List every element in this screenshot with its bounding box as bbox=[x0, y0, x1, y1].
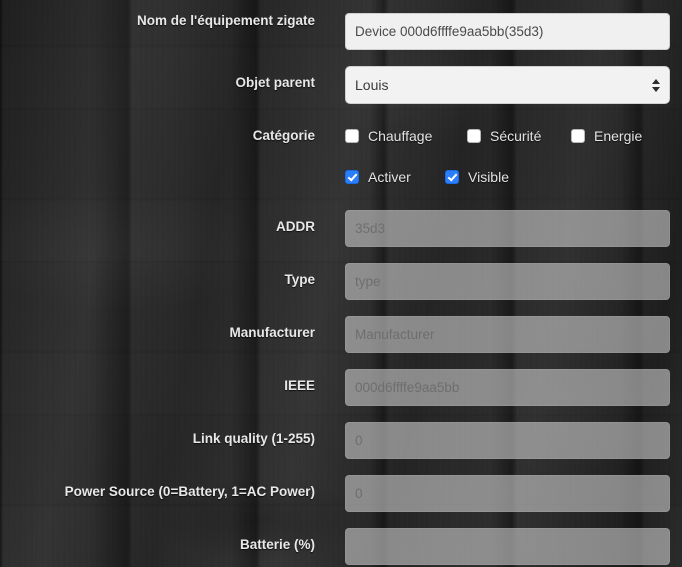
label-manufacturer: Manufacturer bbox=[229, 325, 315, 340]
type-input[interactable] bbox=[345, 263, 670, 300]
parent-object-selected-value: Louis bbox=[345, 66, 670, 104]
toggles-checkbox-row: Activer Visible bbox=[345, 169, 670, 185]
addr-input[interactable] bbox=[345, 210, 670, 247]
field-col-parent-object: Louis bbox=[345, 66, 670, 104]
checkbox-energie[interactable] bbox=[571, 129, 585, 143]
field-col-type bbox=[345, 263, 670, 300]
chevron-up-icon bbox=[651, 78, 660, 84]
field-col-power-source bbox=[345, 475, 670, 512]
field-col-device-name bbox=[345, 13, 670, 50]
label-ieee: IEEE bbox=[284, 378, 315, 393]
checkbox-label-activer: Activer bbox=[368, 169, 411, 185]
device-name-input[interactable] bbox=[345, 13, 670, 50]
parent-object-select[interactable]: Louis bbox=[345, 66, 670, 104]
label-batterie: Batterie (%) bbox=[239, 537, 315, 552]
form-row-device-name: Nom de l'équipement zigate bbox=[0, 13, 682, 50]
label-type: Type bbox=[284, 272, 315, 287]
checkbox-item-securite[interactable]: Sécurité bbox=[467, 128, 571, 144]
category-checkbox-row: Chauffage Sécurité Energie bbox=[345, 128, 670, 144]
label-device-name: Nom de l'équipement zigate bbox=[137, 13, 315, 28]
checkbox-label-securite: Sécurité bbox=[490, 128, 542, 144]
checkbox-activer[interactable] bbox=[345, 170, 359, 184]
form-row-batterie: Batterie (%) bbox=[0, 528, 682, 565]
form-row-manufacturer: Manufacturer bbox=[0, 316, 682, 353]
batterie-input[interactable] bbox=[345, 528, 670, 565]
form-row-category: Catégorie Chauffage Sécurité Energie Act… bbox=[0, 128, 682, 185]
chevron-down-icon bbox=[651, 86, 660, 92]
power-source-input[interactable] bbox=[345, 475, 670, 512]
label-addr: ADDR bbox=[276, 219, 315, 234]
checkbox-label-energie: Energie bbox=[594, 128, 643, 144]
checkbox-item-energie[interactable]: Energie bbox=[571, 128, 642, 144]
field-col-manufacturer bbox=[345, 316, 670, 353]
checkbox-visible[interactable] bbox=[445, 170, 459, 184]
checkbox-label-visible: Visible bbox=[468, 169, 509, 185]
checkbox-label-chauffage: Chauffage bbox=[368, 128, 433, 144]
field-col-link-quality bbox=[345, 422, 670, 459]
field-col-addr bbox=[345, 210, 670, 247]
checkbox-item-chauffage[interactable]: Chauffage bbox=[345, 128, 467, 144]
label-parent-object: Objet parent bbox=[235, 75, 315, 90]
sort-arrows-icon bbox=[651, 75, 660, 95]
checkbox-securite[interactable] bbox=[467, 129, 481, 143]
field-col-category: Chauffage Sécurité Energie Activer Visib… bbox=[345, 128, 670, 185]
checkbox-item-activer[interactable]: Activer bbox=[345, 169, 445, 185]
form-row-link-quality: Link quality (1-255) bbox=[0, 422, 682, 459]
checkbox-item-visible[interactable]: Visible bbox=[445, 169, 509, 185]
form-row-type: Type bbox=[0, 263, 682, 300]
field-col-batterie bbox=[345, 528, 670, 565]
manufacturer-input[interactable] bbox=[345, 316, 670, 353]
form-row-parent-object: Objet parent Louis bbox=[0, 66, 682, 104]
form-row-power-source: Power Source (0=Battery, 1=AC Power) bbox=[0, 475, 682, 512]
link-quality-input[interactable] bbox=[345, 422, 670, 459]
label-category: Catégorie bbox=[252, 128, 315, 143]
label-power-source: Power Source (0=Battery, 1=AC Power) bbox=[64, 484, 315, 499]
form-row-addr: ADDR bbox=[0, 210, 682, 247]
label-link-quality: Link quality (1-255) bbox=[192, 431, 315, 446]
ieee-input[interactable] bbox=[345, 369, 670, 406]
field-col-ieee bbox=[345, 369, 670, 406]
checkbox-chauffage[interactable] bbox=[345, 129, 359, 143]
form-row-ieee: IEEE bbox=[0, 369, 682, 406]
